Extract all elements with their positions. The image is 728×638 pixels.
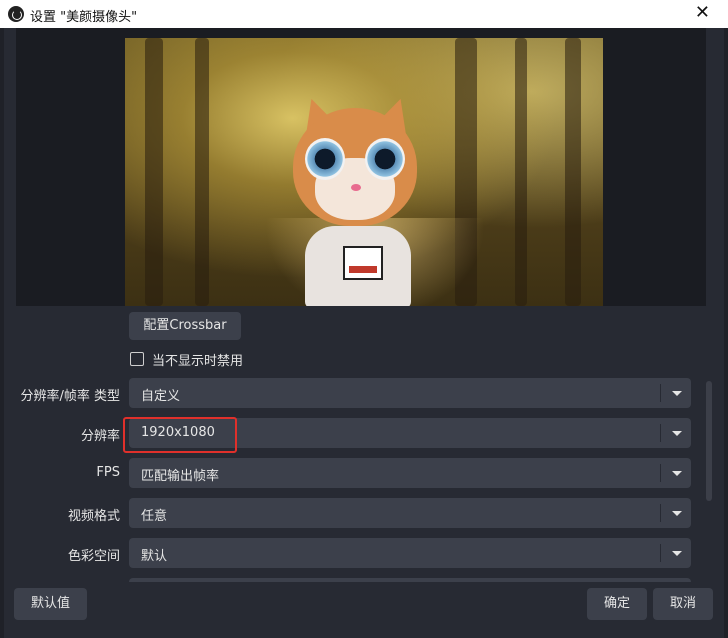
resolution-fps-type-label: 分辨率/帧率 类型	[20, 389, 120, 404]
chevron-down-icon	[672, 431, 682, 436]
chevron-down-icon	[672, 391, 682, 396]
camera-preview	[125, 38, 603, 306]
video-format-select[interactable]: 任意	[129, 498, 691, 528]
configure-crossbar-button[interactable]: 配置Crossbar	[129, 312, 241, 340]
title-bar: 设置 "美颜摄像头" ✕	[0, 0, 728, 28]
chevron-down-icon	[672, 511, 682, 516]
cat-body	[305, 226, 411, 306]
obs-app-icon	[8, 6, 24, 22]
disable-when-hidden-checkbox[interactable]	[130, 352, 144, 366]
chevron-down-icon	[672, 551, 682, 556]
fps-label: FPS	[96, 465, 120, 480]
next-setting-row	[129, 578, 691, 582]
window-title: 设置 "美颜摄像头"	[30, 10, 138, 25]
chevron-down-icon	[672, 471, 682, 476]
ok-button[interactable]: 确定	[587, 588, 647, 620]
fps-select[interactable]: 匹配输出帧率	[129, 458, 691, 488]
settings-dialog: 配置Crossbar 当不显示时禁用 分辨率/帧率 类型 自定义 分辨率 192…	[4, 28, 724, 638]
preview-area	[16, 28, 706, 306]
defaults-button[interactable]: 默认值	[14, 588, 87, 620]
resolution-highlight	[123, 417, 237, 453]
video-format-label: 视频格式	[67, 509, 120, 524]
color-space-label: 色彩空间	[67, 549, 120, 564]
resolution-label: 分辨率	[80, 429, 120, 444]
disable-when-hidden-label: 当不显示时禁用	[152, 354, 244, 369]
cancel-button[interactable]: 取消	[653, 588, 713, 620]
color-space-select[interactable]: 默认	[129, 538, 691, 568]
scrollbar-thumb[interactable]	[706, 381, 712, 501]
resolution-fps-type-select[interactable]: 自定义	[129, 378, 691, 408]
dialog-footer: 默认值 确定 取消	[4, 580, 724, 638]
settings-scrollbar[interactable]	[704, 311, 714, 581]
close-icon[interactable]: ✕	[695, 2, 710, 24]
